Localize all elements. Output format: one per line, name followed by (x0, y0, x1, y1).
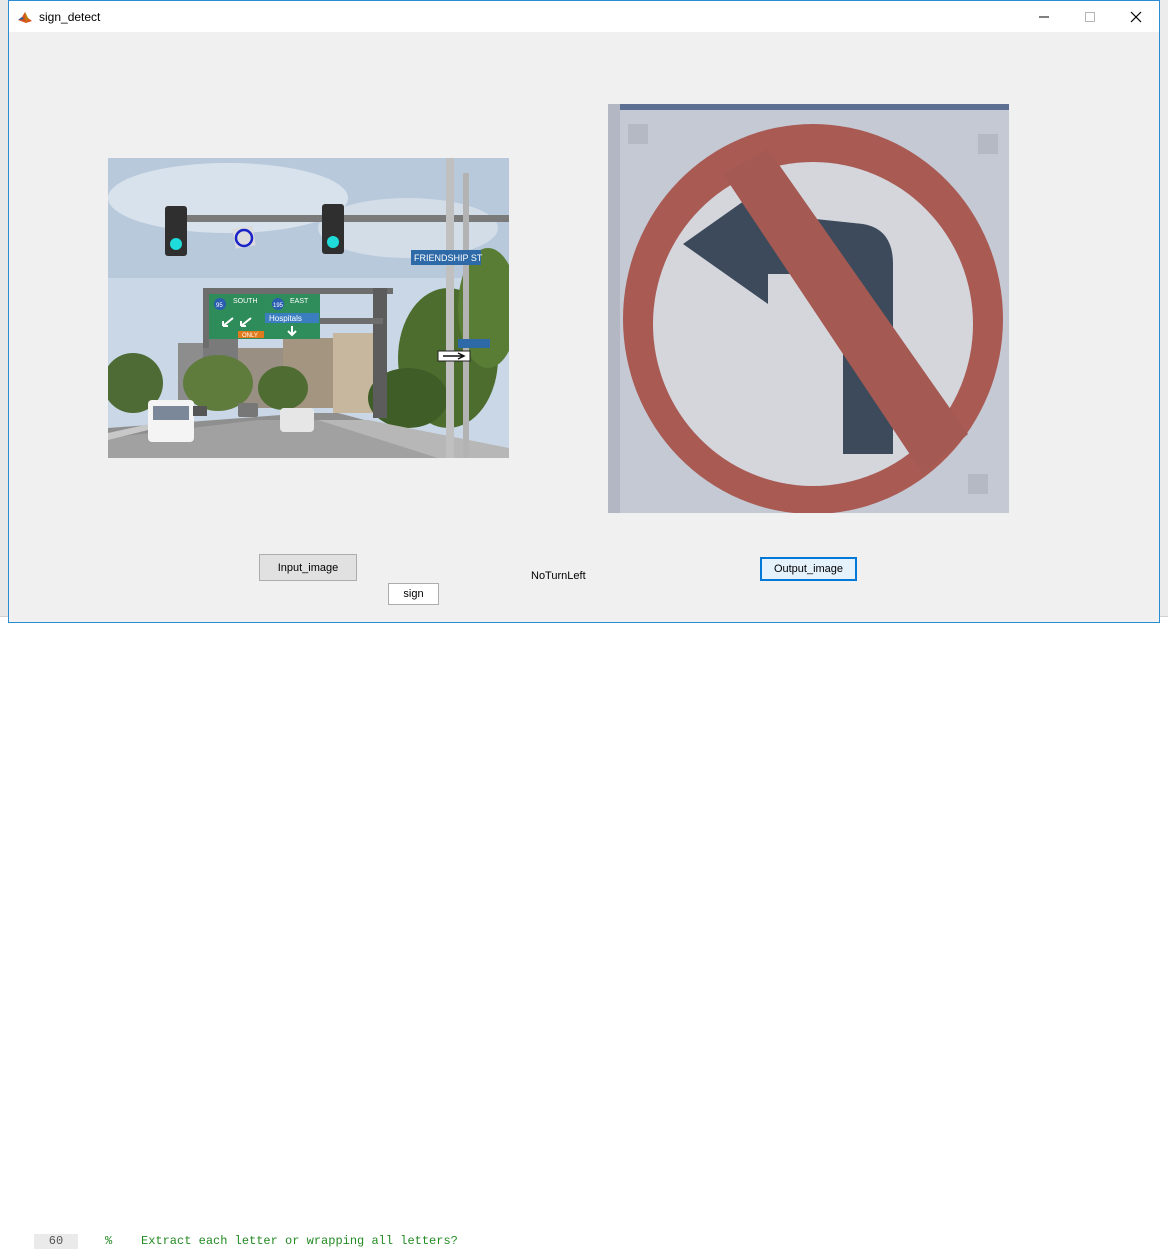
editor-line-number: 60 (34, 1234, 78, 1249)
sign-hospitals-text: Hospitals (269, 314, 302, 323)
editor-code-line: % Extract each letter or wrapping all le… (105, 1234, 458, 1248)
minimize-icon (1039, 16, 1049, 17)
sign-south-text: SOUTH (233, 298, 258, 305)
output-image-axes[interactable] (608, 104, 1009, 513)
sign-button[interactable]: sign (388, 583, 439, 605)
interstate-95-text: 95 (216, 303, 223, 309)
interstate-195-text: 195 (273, 303, 284, 309)
no-left-turn-sign-image (608, 104, 1009, 513)
minimize-button[interactable] (1021, 1, 1067, 32)
close-icon (1130, 11, 1142, 22)
maximize-icon (1085, 11, 1095, 22)
matlab-icon (17, 8, 33, 25)
sign-only-text: ONLY (242, 333, 258, 339)
figure-window: sign_detect SOUTH EAST 95 195 Hospitals … (8, 0, 1160, 623)
maximize-button[interactable] (1067, 1, 1113, 32)
title-bar[interactable]: sign_detect (9, 1, 1159, 32)
sign-friendship-text: FRIENDSHIP ST (414, 253, 483, 263)
close-button[interactable] (1113, 1, 1159, 32)
sign-east-text: EAST (290, 298, 309, 305)
window-title: sign_detect (39, 9, 101, 24)
street-scene-image: SOUTH EAST 95 195 Hospitals ONLY FRIENDS… (108, 158, 509, 458)
sign-result-label: NoTurnLeft (531, 570, 586, 582)
input-image-button[interactable]: Input_image (259, 554, 357, 581)
input-image-axes[interactable]: SOUTH EAST 95 195 Hospitals ONLY FRIENDS… (108, 158, 509, 458)
output-image-button[interactable]: Output_image (760, 557, 857, 581)
